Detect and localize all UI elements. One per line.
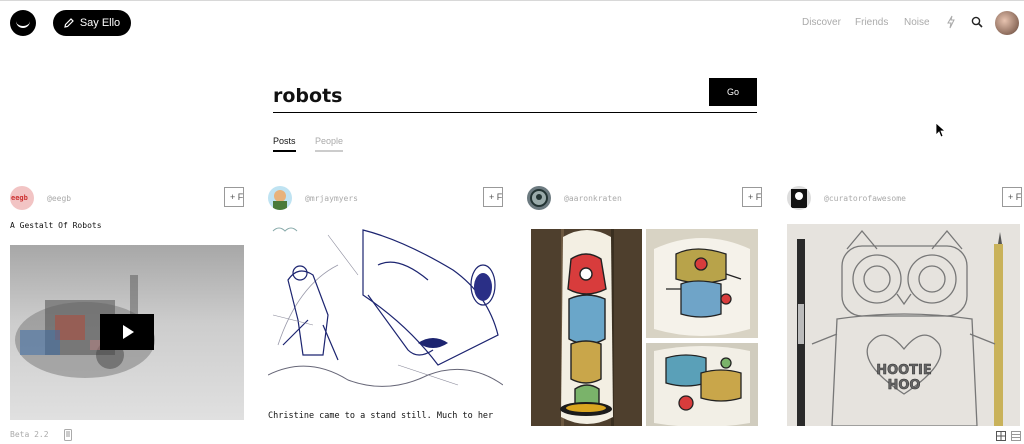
post-image[interactable] xyxy=(268,225,503,399)
nav-noise[interactable]: Noise xyxy=(904,17,930,28)
image-text-hoo: HOO xyxy=(888,378,921,393)
search-input[interactable] xyxy=(273,83,693,109)
post-header: @mrjaymyers xyxy=(268,186,468,212)
version-label: Beta 2.2 xyxy=(10,430,49,439)
skateboard-art xyxy=(531,229,642,426)
skateboard-image[interactable] xyxy=(646,229,758,338)
say-ello-button[interactable]: Say Ello xyxy=(53,10,131,36)
avatar-image xyxy=(273,190,287,210)
follow-button[interactable]: + F xyxy=(1002,187,1022,207)
nav-friends[interactable]: Friends xyxy=(855,17,888,28)
nav-discover[interactable]: Discover xyxy=(802,17,841,28)
post-header: eegb @eegb xyxy=(10,186,210,212)
post-header: @aaronkraten xyxy=(527,186,727,212)
post-title: A Gestalt Of Robots xyxy=(10,221,102,230)
video-thumbnail[interactable] xyxy=(10,245,244,420)
pencil-icon xyxy=(64,18,74,28)
mouse-cursor-icon xyxy=(935,122,947,138)
post-handle[interactable]: @eegb xyxy=(47,194,71,203)
skateboard-image[interactable] xyxy=(531,229,642,426)
list-view-icon[interactable] xyxy=(1011,431,1021,441)
search-icon[interactable] xyxy=(971,16,983,28)
tab-people[interactable]: People xyxy=(315,136,344,152)
follow-button[interactable]: + F xyxy=(224,187,244,207)
owl-robot-drawing: HOOTIE HOO xyxy=(787,224,1020,426)
post-handle[interactable]: @mrjaymyers xyxy=(305,194,358,203)
say-ello-label: Say Ello xyxy=(79,17,121,29)
skateboard-art xyxy=(646,343,758,426)
robot-sketch-image xyxy=(268,225,503,399)
post-caption: Christine came to a stand still. Much to… xyxy=(268,411,494,421)
play-icon xyxy=(123,325,134,339)
lightning-icon[interactable] xyxy=(946,15,956,29)
play-button[interactable] xyxy=(100,314,154,350)
grid-view-icon[interactable] xyxy=(996,431,1006,441)
user-avatar[interactable] xyxy=(995,11,1019,35)
skateboard-art xyxy=(646,229,758,338)
avatar-image xyxy=(791,189,807,208)
skateboard-image[interactable] xyxy=(646,343,758,426)
tab-posts[interactable]: Posts xyxy=(273,136,296,152)
post-handle[interactable]: @curatorofawesome xyxy=(824,194,906,203)
follow-button[interactable]: + F xyxy=(742,187,762,207)
avatar-label: eegb xyxy=(11,194,28,202)
avatar[interactable]: eegb xyxy=(10,186,34,210)
image-text-hootie: HOOTIE xyxy=(876,363,932,378)
ello-logo[interactable] xyxy=(10,10,36,36)
post-image[interactable]: HOOTIE HOO xyxy=(787,224,1020,426)
post-handle[interactable]: @aaronkraten xyxy=(564,194,622,203)
search-bar: Go xyxy=(273,78,757,113)
avatar-image xyxy=(530,189,548,207)
post-header: @curatorofawesome xyxy=(787,186,987,212)
avatar[interactable] xyxy=(527,186,551,210)
go-button[interactable]: Go xyxy=(709,78,757,106)
avatar[interactable] xyxy=(787,186,811,210)
follow-button[interactable]: + F xyxy=(483,187,503,207)
post-image-grid[interactable] xyxy=(531,229,758,426)
phone-icon[interactable] xyxy=(64,429,72,441)
avatar[interactable] xyxy=(268,186,292,210)
